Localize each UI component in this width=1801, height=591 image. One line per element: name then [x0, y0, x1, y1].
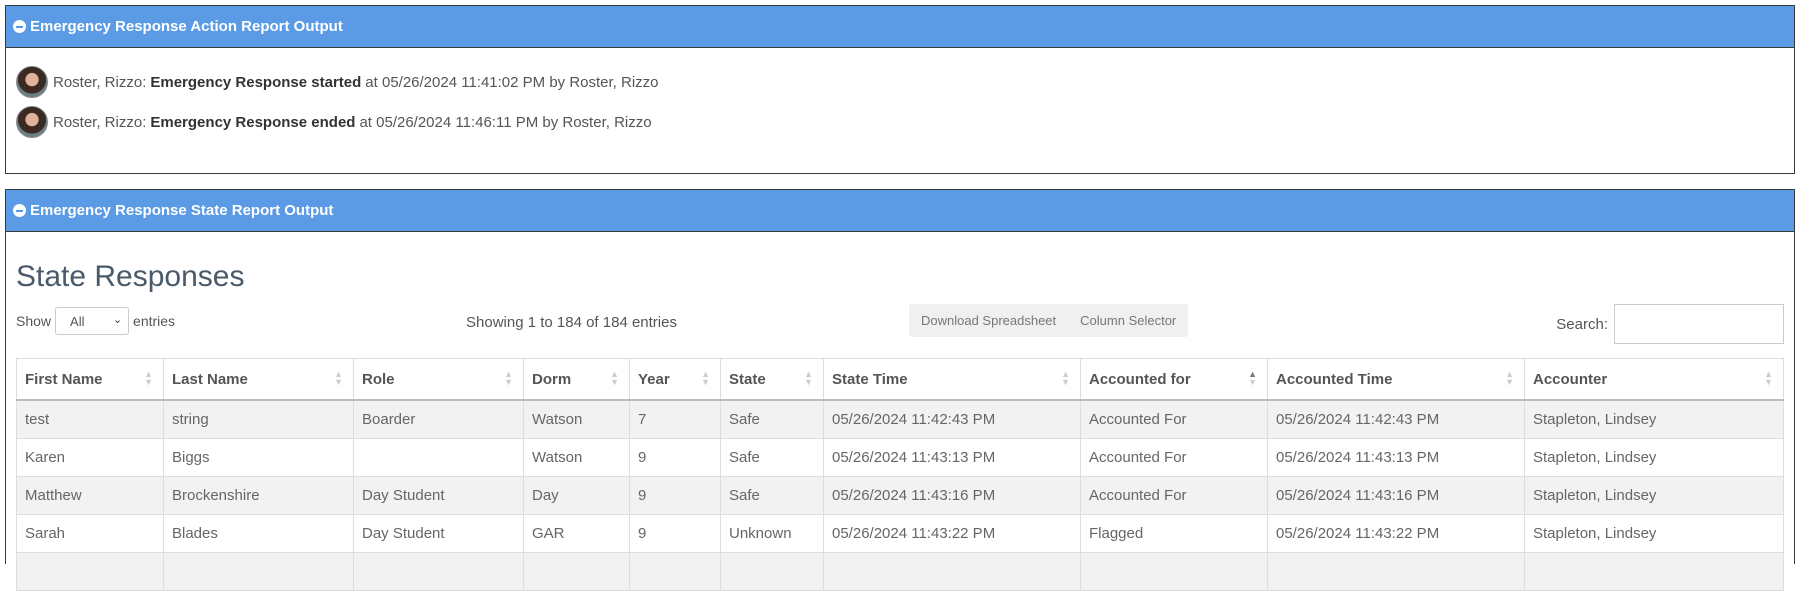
cell-accounted-time: 05/26/2024 11:42:43 PM	[1267, 399, 1525, 439]
cell-last-name: Biggs	[163, 438, 354, 477]
col-header-state-time[interactable]: State Time ▲ ▼	[823, 358, 1081, 401]
cell-state-time: 05/26/2024 11:43:22 PM	[823, 514, 1081, 553]
sort-ascending-icon: ▲ ▼	[1248, 369, 1257, 387]
cell-dorm: GAR	[523, 514, 630, 553]
sort-icon: ▲ ▼	[804, 369, 813, 387]
log-event: Emergency Response ended	[150, 113, 356, 131]
col-header-state[interactable]: State ▲ ▼	[720, 358, 824, 401]
cell-year: 9	[629, 438, 721, 477]
cell-first-name: Matthew	[16, 476, 164, 515]
cell-last-name: Blades	[163, 514, 354, 553]
action-log-entry: Roster, Rizzo: Emergency Response ended …	[16, 106, 652, 138]
table-row[interactable]: Karen Biggs Watson 9 Safe 05/26/2024 11:…	[16, 438, 1784, 477]
col-header-accounted-time[interactable]: Accounted Time ▲ ▼	[1267, 358, 1525, 401]
cell-accounted-time: 05/26/2024 11:43:13 PM	[1267, 438, 1525, 477]
cell-accounted-time: 05/26/2024 11:43:16 PM	[1267, 476, 1525, 515]
sort-icon: ▲ ▼	[1505, 369, 1514, 387]
sort-icon: ▲ ▼	[334, 369, 343, 387]
sort-icon: ▲ ▼	[701, 369, 710, 387]
action-report-title: Emergency Response Action Report Output	[30, 18, 343, 35]
table-row[interactable]: test string Boarder Watson 7 Safe 05/26/…	[16, 399, 1784, 439]
cell-first-name: Karen	[16, 438, 164, 477]
cell-dorm: Day	[523, 476, 630, 515]
cell-dorm: Watson	[523, 438, 630, 477]
cell-accounted-for: Accounted For	[1080, 476, 1268, 515]
cell-role: Day Student	[353, 514, 524, 553]
avatar	[16, 106, 48, 138]
cell-state: Safe	[720, 399, 824, 439]
table-row[interactable]: Sarah Blades Day Student GAR 9 Unknown 0…	[16, 514, 1784, 553]
page-length-value: All	[70, 313, 85, 329]
page-title: State Responses	[16, 260, 245, 293]
table-header-row: First Name ▲ ▼ Last Name ▲ ▼ Role ▲ ▼ Dorm ▲ ▼ Y…	[16, 358, 1784, 401]
entries-label: entries	[133, 313, 176, 329]
col-header-accounter[interactable]: Accounter ▲ ▼	[1524, 358, 1784, 401]
cell-year: 9	[629, 476, 721, 515]
col-header-year[interactable]: Year ▲ ▼	[629, 358, 721, 401]
column-selector-button[interactable]: Column Selector	[1068, 304, 1188, 337]
avatar	[16, 66, 48, 98]
cell-dorm: Watson	[523, 399, 630, 439]
cell-first-name: Sarah	[16, 514, 164, 553]
download-spreadsheet-button[interactable]: Download Spreadsheet	[909, 304, 1068, 337]
cell-first-name: test	[16, 399, 164, 439]
sort-icon: ▲ ▼	[144, 369, 153, 387]
log-event: Emergency Response started	[150, 73, 362, 91]
search-label: Search:	[1556, 315, 1608, 333]
collapse-icon[interactable]	[13, 204, 26, 217]
col-header-role[interactable]: Role ▲ ▼	[353, 358, 524, 401]
col-header-dorm[interactable]: Dorm ▲ ▼	[523, 358, 630, 401]
col-header-first-name[interactable]: First Name ▲ ▼	[16, 358, 164, 401]
export-buttons: Download Spreadsheet Column Selector	[909, 304, 1189, 337]
table-row-partial[interactable]	[16, 552, 1784, 591]
cell-state-time: 05/26/2024 11:43:13 PM	[823, 438, 1081, 477]
action-log-entry: Roster, Rizzo: Emergency Response starte…	[16, 66, 659, 98]
state-report-header[interactable]: Emergency Response State Report Output	[6, 190, 1794, 232]
table-row[interactable]: Matthew Brockenshire Day Student Day 9 S…	[16, 476, 1784, 515]
cell-state-time: 05/26/2024 11:42:43 PM	[823, 399, 1081, 439]
cell-state: Safe	[720, 476, 824, 515]
state-report-title: Emergency Response State Report Output	[30, 202, 334, 219]
state-report-panel: Emergency Response State Report Output S…	[5, 189, 1795, 591]
cell-year: 7	[629, 399, 721, 439]
page-length-select[interactable]: All ⌄	[55, 307, 130, 335]
action-report-panel: Emergency Response Action Report Output …	[5, 5, 1795, 174]
show-label: Show	[16, 313, 52, 329]
col-header-accounted-for[interactable]: Accounted for ▲ ▼	[1080, 358, 1268, 401]
log-user: Roster, Rizzo:	[53, 73, 147, 91]
col-header-last-name[interactable]: Last Name ▲ ▼	[163, 358, 354, 401]
sort-icon: ▲ ▼	[1764, 369, 1773, 387]
state-responses-table: First Name ▲ ▼ Last Name ▲ ▼ Role ▲ ▼ Dorm ▲ ▼ Y…	[16, 358, 1784, 591]
table-info: Showing 1 to 184 of 184 entries	[466, 314, 677, 331]
cell-accounter: Stapleton, Lindsey	[1524, 438, 1784, 477]
page-length-control: Show All ⌄ entries	[16, 307, 175, 335]
sort-icon: ▲ ▼	[610, 369, 619, 387]
cell-accounted-time: 05/26/2024 11:43:22 PM	[1267, 514, 1525, 553]
cell-role: Boarder	[353, 399, 524, 439]
cell-accounted-for: Flagged	[1080, 514, 1268, 553]
log-detail: at 05/26/2024 11:41:02 PM by Roster, Riz…	[365, 73, 659, 91]
cell-last-name: string	[163, 399, 354, 439]
log-user: Roster, Rizzo:	[53, 113, 147, 131]
log-detail: at 05/26/2024 11:46:11 PM by Roster, Riz…	[359, 113, 652, 131]
cell-role: Day Student	[353, 476, 524, 515]
cell-accounter: Stapleton, Lindsey	[1524, 399, 1784, 439]
search-control: Search:	[1556, 304, 1784, 344]
cell-accounter: Stapleton, Lindsey	[1524, 476, 1784, 515]
cell-accounter: Stapleton, Lindsey	[1524, 514, 1784, 553]
sort-icon: ▲ ▼	[1061, 369, 1070, 387]
collapse-icon[interactable]	[13, 20, 26, 33]
action-report-header[interactable]: Emergency Response Action Report Output	[6, 6, 1794, 48]
cell-year: 9	[629, 514, 721, 553]
sort-icon: ▲ ▼	[504, 369, 513, 387]
cell-state: Safe	[720, 438, 824, 477]
chevron-down-icon: ⌄	[112, 314, 123, 326]
cell-state-time: 05/26/2024 11:43:16 PM	[823, 476, 1081, 515]
cell-state: Unknown	[720, 514, 824, 553]
cell-accounted-for: Accounted For	[1080, 438, 1268, 477]
cell-role	[353, 438, 524, 477]
search-input[interactable]	[1614, 304, 1784, 344]
cell-last-name: Brockenshire	[163, 476, 354, 515]
cell-accounted-for: Accounted For	[1080, 399, 1268, 439]
